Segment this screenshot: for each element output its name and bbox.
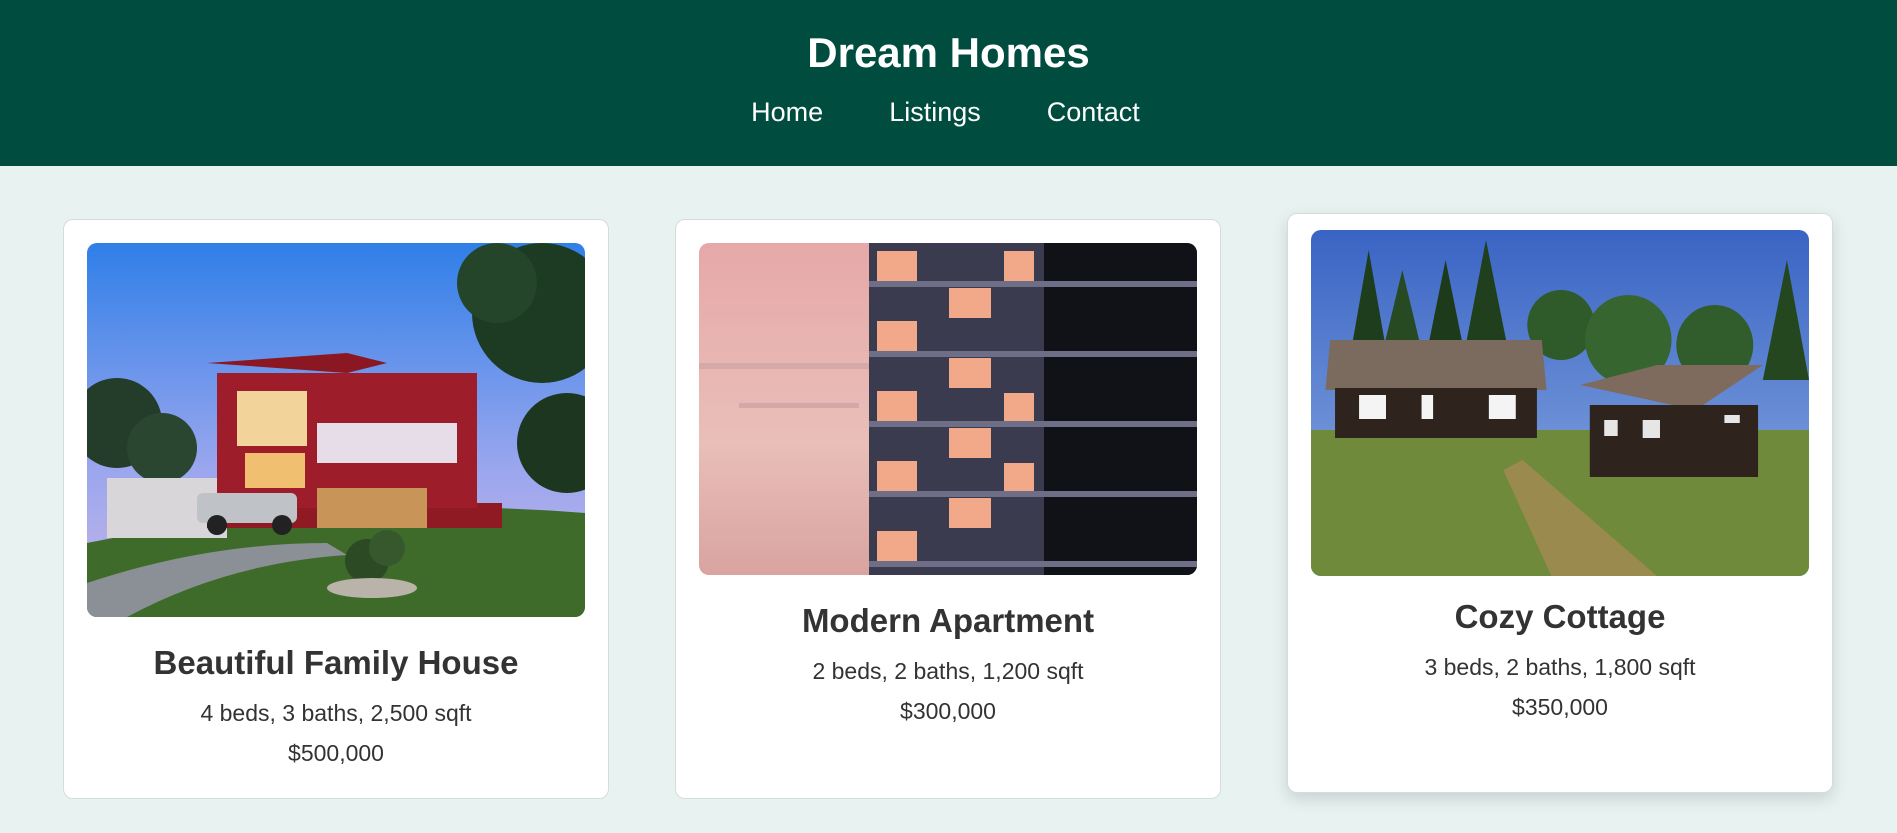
nav-home-link[interactable]: Home (751, 95, 823, 129)
nav-listings-link[interactable]: Listings (889, 95, 981, 129)
listing-title: Beautiful Family House (153, 644, 519, 681)
modern-house-photo (87, 243, 585, 617)
listing-card[interactable]: Modern Apartment 2 beds, 2 baths, 1,200 … (675, 219, 1221, 799)
site-header: Dream Homes Home Listings Contact (0, 0, 1897, 166)
listing-title: Modern Apartment (801, 602, 1095, 639)
nav-contact-link[interactable]: Contact (1047, 95, 1140, 129)
listing-details: 4 beds, 3 baths, 2,500 sqft (200, 700, 472, 726)
listing-card[interactable]: Beautiful Family House 4 beds, 3 baths, … (63, 219, 609, 799)
log-cottage-photo (1311, 230, 1809, 576)
listings-grid: Beautiful Family House 4 beds, 3 baths, … (0, 166, 1897, 833)
listing-details: 3 beds, 2 baths, 1,800 sqft (1424, 654, 1696, 680)
listing-card[interactable]: Cozy Cottage 3 beds, 2 baths, 1,800 sqft… (1287, 213, 1833, 793)
apartment-building-photo (699, 243, 1197, 575)
listing-price: $350,000 (1512, 694, 1608, 720)
site-title: Dream Homes (807, 29, 1090, 76)
listing-price: $300,000 (900, 698, 996, 724)
main-nav: Home Listings Contact (0, 95, 1897, 129)
listing-price: $500,000 (288, 740, 384, 766)
listing-title: Cozy Cottage (1454, 598, 1666, 635)
listing-details: 2 beds, 2 baths, 1,200 sqft (812, 658, 1084, 684)
